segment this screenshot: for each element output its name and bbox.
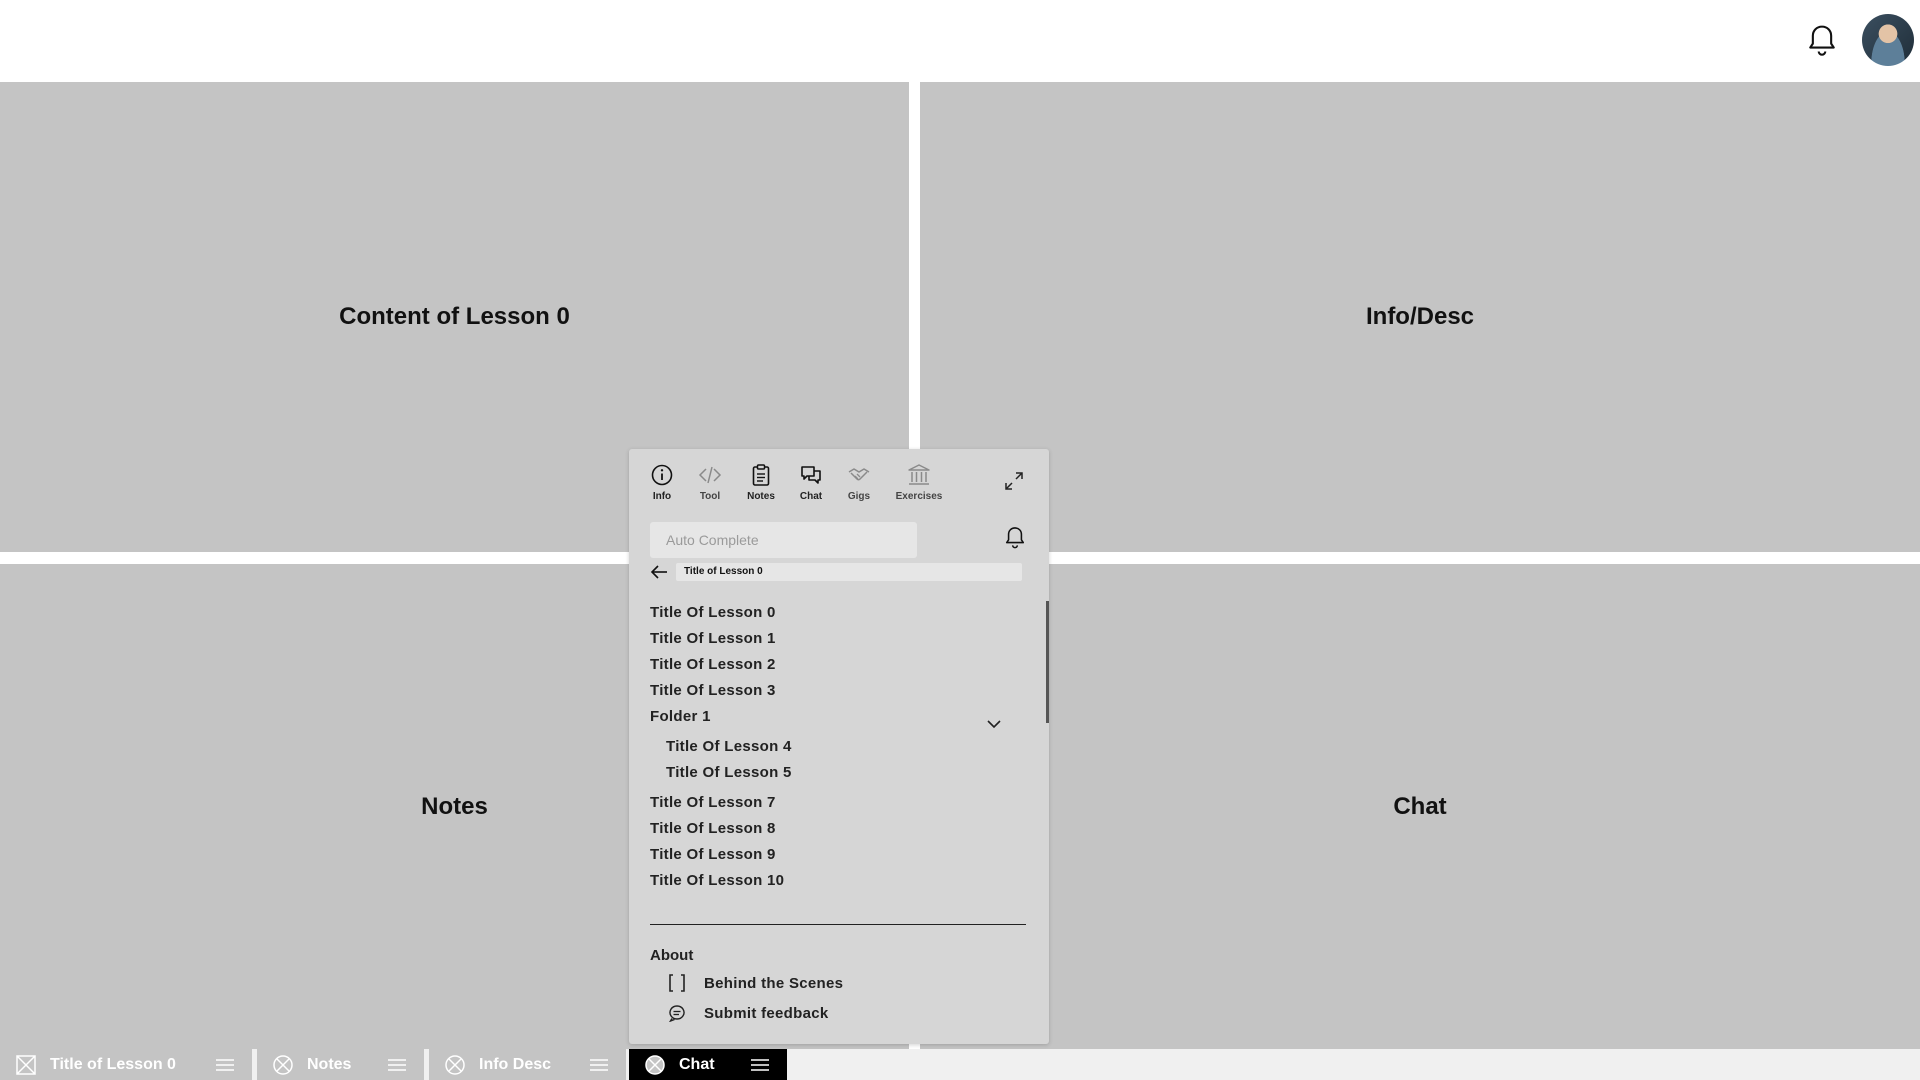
list-item[interactable]: Title Of Lesson 3 <box>650 682 776 699</box>
panel-title: Notes <box>421 792 488 820</box>
taskbar-tab-label: Chat <box>679 1055 715 1073</box>
taskbar-tab-label: Title of Lesson 0 <box>50 1055 176 1073</box>
taskbar-tab-info-desc[interactable]: Info Desc <box>429 1049 626 1080</box>
tab-label: Notes <box>747 491 775 502</box>
hamburger-menu-icon[interactable] <box>388 1058 406 1071</box>
taskbar: Title of Lesson 0 Notes Info Desc Chat <box>0 1049 1920 1080</box>
close-circle-icon[interactable] <box>445 1054 465 1075</box>
link-label: Submit feedback <box>704 1004 829 1022</box>
tab-label: Info <box>652 491 672 502</box>
divider <box>650 924 1026 925</box>
panel-title: Content of Lesson 0 <box>339 303 570 330</box>
code-icon <box>698 466 722 484</box>
tab-label: Exercises <box>895 491 943 502</box>
folder-item[interactable]: Folder 1 <box>650 708 711 725</box>
closed-box-icon[interactable] <box>16 1054 36 1075</box>
expand-icon[interactable] <box>1004 471 1024 491</box>
close-circle-icon[interactable] <box>645 1054 665 1075</box>
feedback-bubble-icon <box>669 1005 685 1022</box>
panel-title: Info/Desc <box>1365 303 1475 330</box>
submit-feedback-link[interactable]: Submit feedback <box>668 1003 829 1023</box>
list-item[interactable]: Title Of Lesson 1 <box>650 630 776 647</box>
list-item[interactable]: Title Of Lesson 2 <box>650 656 776 673</box>
chat-panel: Chat <box>920 564 1920 1049</box>
clipboard-icon <box>752 464 770 486</box>
list-item[interactable]: Title Of Lesson 9 <box>650 846 776 863</box>
taskbar-tab-chat[interactable]: Chat <box>629 1049 787 1080</box>
list-item[interactable]: Title Of Lesson 0 <box>650 604 776 621</box>
info-desc-panel: Info/Desc <box>920 82 1920 552</box>
notification-bell-icon[interactable] <box>1004 526 1026 550</box>
list-item[interactable]: Title Of Lesson 10 <box>650 872 784 889</box>
handshake-icon <box>848 468 870 481</box>
taskbar-tab-label: Info Desc <box>479 1055 552 1073</box>
scrollbar-thumb[interactable] <box>1046 601 1049 723</box>
brackets-icon <box>669 974 685 992</box>
list-item[interactable]: Title Of Lesson 8 <box>650 820 776 837</box>
hamburger-menu-icon[interactable] <box>751 1058 769 1071</box>
tab-label: Chat <box>799 491 823 502</box>
tab-label: Gigs <box>847 491 871 502</box>
tab-label: Tool <box>699 491 721 502</box>
back-arrow-icon[interactable] <box>650 564 668 580</box>
notification-bell-icon[interactable] <box>1806 24 1838 58</box>
list-item[interactable]: Title Of Lesson 7 <box>650 794 776 811</box>
link-label: Behind the Scenes <box>704 974 844 992</box>
chevron-down-icon[interactable] <box>987 719 1001 729</box>
taskbar-tab-label: Notes <box>307 1055 352 1073</box>
user-avatar[interactable] <box>1862 14 1914 66</box>
info-icon <box>651 464 673 486</box>
hamburger-menu-icon[interactable] <box>590 1058 608 1071</box>
list-item[interactable]: Title Of Lesson 4 <box>666 738 792 755</box>
chat-bubbles-icon <box>801 466 821 484</box>
panel-title: Chat <box>1393 792 1447 820</box>
about-heading: About <box>650 947 694 964</box>
taskbar-tab-lesson[interactable]: Title of Lesson 0 <box>0 1049 252 1080</box>
taskbar-tab-notes[interactable]: Notes <box>257 1049 424 1080</box>
close-circle-icon[interactable] <box>273 1054 293 1075</box>
tab-gigs[interactable]: Gigs <box>829 463 889 502</box>
hamburger-menu-icon[interactable] <box>216 1058 234 1071</box>
breadcrumb: Title of Lesson 0 <box>676 563 1022 581</box>
tab-exercises[interactable]: Exercises <box>884 463 954 502</box>
navigation-popup: Info Tool Notes Chat Gigs Exercises Auto… <box>629 449 1049 1044</box>
bank-icon <box>908 464 930 485</box>
breadcrumb-row: Title of Lesson 0 <box>650 561 1032 583</box>
auto-complete-search-input[interactable] <box>650 522 917 558</box>
top-bar <box>0 0 1920 82</box>
behind-the-scenes-link[interactable]: Behind the Scenes <box>668 973 843 993</box>
list-item[interactable]: Title Of Lesson 5 <box>666 764 792 781</box>
